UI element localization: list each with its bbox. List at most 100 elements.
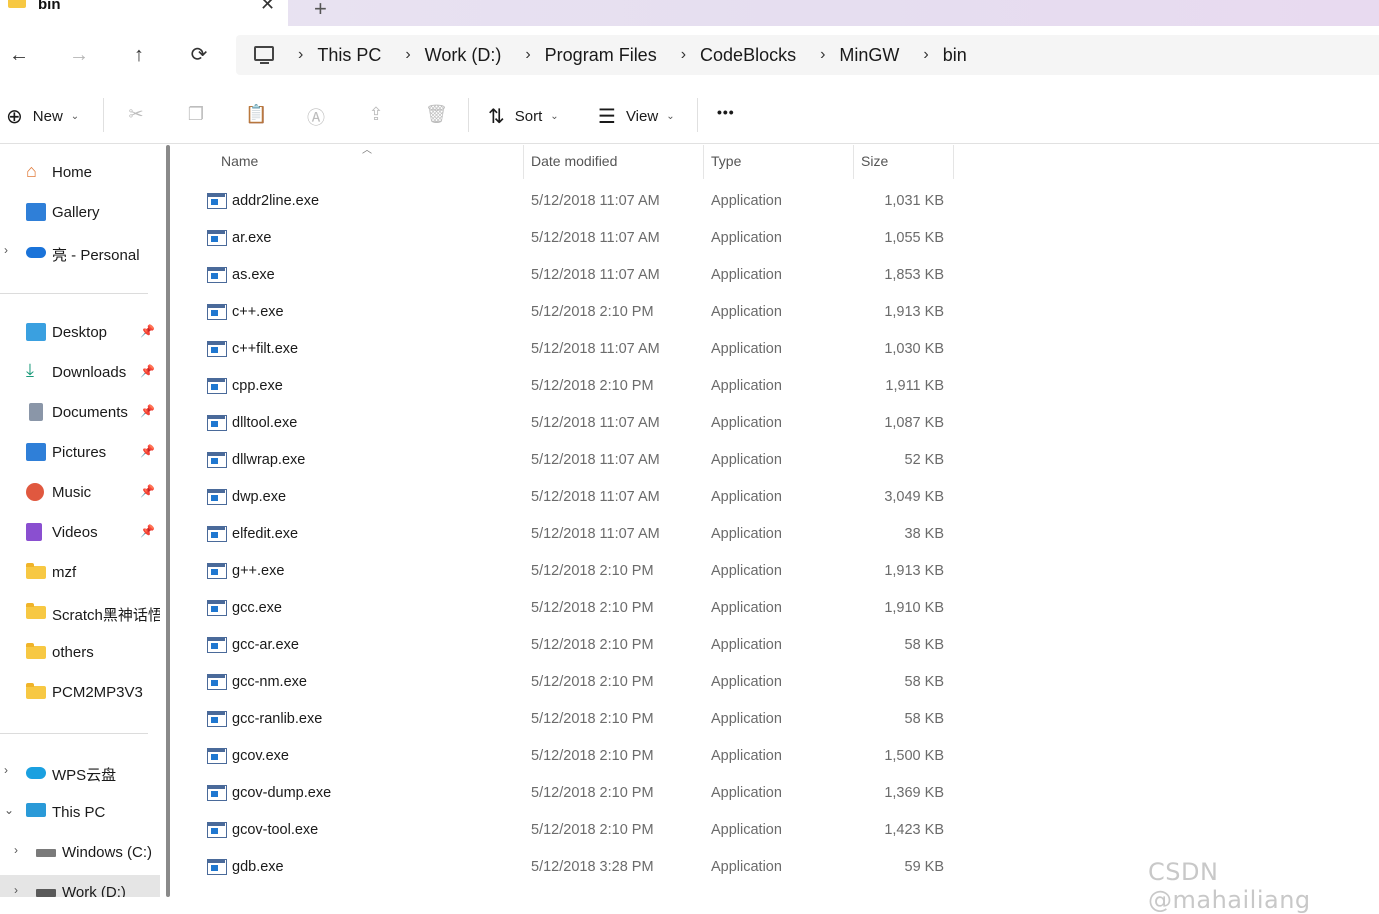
file-date: 5/12/2018 11:07 AM bbox=[531, 526, 660, 542]
chevron-right-icon[interactable]: › bbox=[525, 46, 530, 64]
file-row[interactable]: c++filt.exe 5/12/2018 11:07 AM Application… bbox=[180, 331, 1180, 368]
file-row[interactable]: dwp.exe 5/12/2018 11:07 AM Application 3,04… bbox=[180, 479, 1180, 516]
file-type: Application bbox=[711, 489, 782, 505]
file-row[interactable]: gcov.exe 5/12/2018 2:10 PM Application 1,50… bbox=[180, 738, 1180, 775]
file-name: dwp.exe bbox=[232, 489, 287, 505]
more-options-button[interactable]: ••• bbox=[717, 104, 735, 120]
chevron-right-icon[interactable]: › bbox=[4, 243, 8, 257]
rename-icon[interactable]: Ⓐ bbox=[305, 104, 327, 128]
sort-button[interactable]: ⇅ Sort ⌄ bbox=[488, 104, 559, 129]
chevron-down-icon[interactable]: ⌄ bbox=[4, 803, 14, 817]
application-icon bbox=[207, 526, 227, 542]
copy-icon[interactable]: ❐ bbox=[185, 104, 207, 128]
file-name: gcov.exe bbox=[232, 748, 289, 764]
sidebar-item-pcm2mp3v3[interactable]: PCM2MP3V3 bbox=[0, 675, 160, 711]
folder-icon bbox=[26, 683, 46, 699]
chevron-right-icon[interactable]: › bbox=[14, 843, 18, 857]
cut-icon[interactable]: ✂ bbox=[125, 104, 147, 128]
application-icon bbox=[207, 415, 227, 431]
file-row[interactable]: as.exe 5/12/2018 11:07 AM Application 1,853… bbox=[180, 257, 1180, 294]
file-date: 5/12/2018 3:28 PM bbox=[531, 859, 654, 875]
file-row[interactable]: gcc-nm.exe 5/12/2018 2:10 PM Application 58… bbox=[180, 664, 1180, 701]
chevron-right-icon[interactable]: › bbox=[4, 763, 8, 777]
column-divider[interactable] bbox=[953, 145, 954, 179]
chevron-right-icon[interactable]: › bbox=[820, 46, 825, 64]
column-header-size[interactable]: Size bbox=[853, 145, 953, 179]
new-tab-button[interactable]: + bbox=[314, 0, 327, 22]
sidebar-item-windows-c[interactable]: › Windows (C:) bbox=[0, 835, 160, 871]
pin-icon[interactable]: 📌 bbox=[140, 404, 155, 418]
computer-icon bbox=[254, 46, 274, 64]
sidebar-item-onedrive[interactable]: › 亮 - Personal bbox=[0, 235, 160, 271]
file-row[interactable]: ar.exe 5/12/2018 11:07 AM Application 1,055… bbox=[180, 220, 1180, 257]
column-header-name[interactable]: Name bbox=[180, 145, 523, 179]
cloud-icon bbox=[26, 767, 46, 779]
file-date: 5/12/2018 11:07 AM bbox=[531, 415, 660, 431]
drive-icon bbox=[36, 849, 56, 857]
breadcrumb-bin[interactable]: bin bbox=[943, 45, 967, 66]
file-name: gcov-dump.exe bbox=[232, 785, 332, 801]
column-header-date[interactable]: Date modified bbox=[523, 145, 703, 179]
pin-icon[interactable]: 📌 bbox=[140, 484, 155, 498]
sidebar-item-scratch[interactable]: Scratch黑神话悟 bbox=[0, 595, 160, 631]
pin-icon[interactable]: 📌 bbox=[140, 324, 155, 338]
sidebar-item-wps[interactable]: › WPS云盘 bbox=[0, 755, 160, 791]
file-row[interactable]: c++.exe 5/12/2018 2:10 PM Application 1,913… bbox=[180, 294, 1180, 331]
file-row[interactable]: gcov-tool.exe 5/12/2018 2:10 PM Applicatio… bbox=[180, 812, 1180, 849]
file-date: 5/12/2018 2:10 PM bbox=[531, 600, 654, 616]
sidebar-item-pictures[interactable]: Pictures 📌 bbox=[0, 435, 160, 471]
up-button[interactable]: ↑ bbox=[124, 40, 154, 70]
pin-icon[interactable]: 📌 bbox=[140, 524, 155, 538]
close-tab-icon[interactable]: ✕ bbox=[260, 0, 275, 15]
chevron-right-icon[interactable]: › bbox=[14, 883, 18, 897]
folder-icon bbox=[26, 603, 46, 619]
file-type: Application bbox=[711, 230, 782, 246]
file-row[interactable]: g++.exe 5/12/2018 2:10 PM Application 1,913… bbox=[180, 553, 1180, 590]
chevron-right-icon[interactable]: › bbox=[405, 46, 410, 64]
refresh-button[interactable]: ⟳ bbox=[184, 40, 214, 70]
sidebar-item-desktop[interactable]: Desktop 📌 bbox=[0, 315, 160, 351]
file-row[interactable]: dlltool.exe 5/12/2018 11:07 AM Application… bbox=[180, 405, 1180, 442]
forward-button[interactable]: → bbox=[64, 40, 94, 70]
sidebar-item-music[interactable]: Music 📌 bbox=[0, 475, 160, 511]
sidebar-item-documents[interactable]: Documents 📌 bbox=[0, 395, 160, 431]
file-row[interactable]: gcc-ranlib.exe 5/12/2018 2:10 PM Applicati… bbox=[180, 701, 1180, 738]
file-size: 58 KB bbox=[904, 674, 945, 690]
sidebar-item-this-pc[interactable]: ⌄ This PC bbox=[0, 795, 160, 831]
file-row[interactable]: cpp.exe 5/12/2018 2:10 PM Application 1,911… bbox=[180, 368, 1180, 405]
pin-icon[interactable]: 📌 bbox=[140, 444, 155, 458]
file-row[interactable]: gdb.exe 5/12/2018 3:28 PM Application 59 KB bbox=[180, 849, 1180, 886]
breadcrumb-program-files[interactable]: Program Files bbox=[545, 45, 657, 66]
share-icon[interactable]: ⇪ bbox=[365, 104, 387, 128]
sidebar-item-videos[interactable]: Videos 📌 bbox=[0, 515, 160, 551]
breadcrumb-codeblocks[interactable]: CodeBlocks bbox=[700, 45, 796, 66]
sidebar-item-downloads[interactable]: ⤓ Downloads 📌 bbox=[0, 355, 160, 391]
sidebar-scrollbar[interactable] bbox=[166, 145, 170, 897]
sidebar-item-home[interactable]: ⌂ Home bbox=[0, 155, 160, 191]
view-button[interactable]: ☰ View ⌄ bbox=[598, 104, 675, 129]
breadcrumb-work-d[interactable]: Work (D:) bbox=[425, 45, 502, 66]
breadcrumb-this-pc[interactable]: This PC bbox=[317, 45, 381, 66]
file-row[interactable]: gcov-dump.exe 5/12/2018 2:10 PM Applicatio… bbox=[180, 775, 1180, 812]
breadcrumb-mingw[interactable]: MinGW bbox=[839, 45, 899, 66]
column-header-type[interactable]: Type bbox=[703, 145, 853, 179]
chevron-right-icon[interactable]: › bbox=[681, 46, 686, 64]
chevron-right-icon[interactable]: › bbox=[923, 46, 928, 64]
file-row[interactable]: gcc-ar.exe 5/12/2018 2:10 PM Application 58… bbox=[180, 627, 1180, 664]
sidebar-item-others[interactable]: others bbox=[0, 635, 160, 671]
file-row[interactable]: addr2line.exe 5/12/2018 11:07 AM Applicati… bbox=[180, 183, 1180, 220]
address-bar[interactable]: › This PC › Work (D:) › Program Files › … bbox=[236, 35, 1379, 75]
tab-bin[interactable]: bin ✕ bbox=[0, 0, 288, 26]
new-button[interactable]: ⊕ New ⌄ bbox=[6, 104, 79, 129]
sidebar-item-gallery[interactable]: Gallery bbox=[0, 195, 160, 231]
file-date: 5/12/2018 11:07 AM bbox=[531, 267, 660, 283]
file-row[interactable]: dllwrap.exe 5/12/2018 11:07 AM Application… bbox=[180, 442, 1180, 479]
back-button[interactable]: ← bbox=[4, 40, 34, 70]
file-row[interactable]: elfedit.exe 5/12/2018 11:07 AM Application… bbox=[180, 516, 1180, 553]
delete-icon[interactable]: 🗑 bbox=[425, 104, 448, 128]
paste-icon[interactable]: 📋 bbox=[245, 104, 267, 128]
file-row[interactable]: gcc.exe 5/12/2018 2:10 PM Application 1,910… bbox=[180, 590, 1180, 627]
sidebar-item-work-d[interactable]: › Work (D:) bbox=[0, 875, 160, 897]
pin-icon[interactable]: 📌 bbox=[140, 364, 155, 378]
sidebar-item-mzf[interactable]: mzf bbox=[0, 555, 160, 591]
